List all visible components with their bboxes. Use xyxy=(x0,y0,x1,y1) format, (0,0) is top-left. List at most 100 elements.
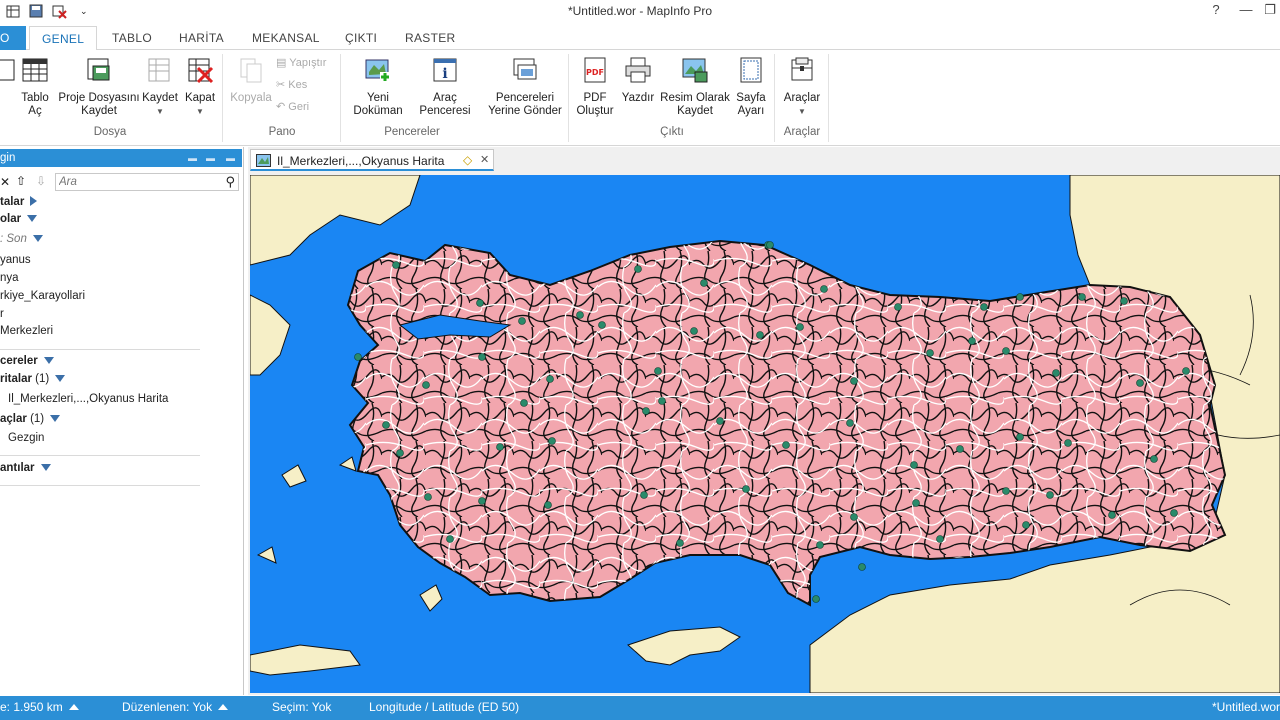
tree-pencereler[interactable]: cereler xyxy=(0,355,54,367)
search-input[interactable] xyxy=(56,174,216,190)
group-label-araclar: Araçlar xyxy=(783,126,821,138)
tab-file[interactable]: O xyxy=(0,26,26,50)
tree-baglantilar[interactable]: antılar xyxy=(0,462,51,474)
page-setup-button[interactable]: Sayfa Ayarı xyxy=(732,54,770,118)
title-bar: ⌄ *Untitled.wor - MapInfo Pro ? — ❐ xyxy=(0,0,1280,24)
table-item[interactable]: r xyxy=(0,308,4,320)
close-panel-icon[interactable]: ▬ xyxy=(226,149,235,167)
group-separator xyxy=(340,54,341,142)
tree-haritalar[interactable]: ritalar (1) xyxy=(0,373,66,385)
tab-tablo[interactable]: TABLO xyxy=(100,26,164,50)
chevron-down-icon: ▼ xyxy=(196,107,204,116)
tab-raster[interactable]: RASTER xyxy=(393,26,467,50)
save-as-image-button[interactable]: Resim Olarak Kaydet xyxy=(658,54,732,118)
map-canvas[interactable] xyxy=(250,175,1280,693)
create-pdf-button[interactable]: PDF PDF Oluştur xyxy=(572,54,618,118)
tree-haritalar-top[interactable]: talar xyxy=(0,196,38,208)
new-document-button[interactable]: Yeni Doküman xyxy=(346,54,410,118)
collapse-arrow-icon[interactable] xyxy=(43,357,54,364)
undo-label: Geri xyxy=(288,101,310,113)
close-table-icon xyxy=(188,58,214,84)
expand-arrow-icon[interactable] xyxy=(30,196,38,206)
page-setup-label: Sayfa Ayarı xyxy=(736,92,766,117)
save-project-label: Proje Dosyasını Kaydet xyxy=(58,92,140,117)
up-arrow-icon[interactable]: ⇧ xyxy=(16,174,26,188)
close-label: Kapat xyxy=(184,92,216,104)
group-label-pano: Pano xyxy=(268,126,296,138)
send-windows-back-button[interactable]: Pencereleri Yerine Gönder xyxy=(484,54,566,118)
close-tab-button[interactable]: ✕ xyxy=(480,153,489,166)
zoom-status[interactable]: e: 1.950 km xyxy=(0,700,79,714)
tools-button[interactable]: Araçlar ▼ xyxy=(778,54,826,118)
undo-icon: ↶ xyxy=(276,101,286,113)
close-icon[interactable]: ✕ xyxy=(0,175,10,189)
paste-button[interactable]: ▤ Yapıştır xyxy=(276,56,326,69)
partial-button[interactable] xyxy=(0,54,15,92)
new-map-window-icon xyxy=(365,59,390,82)
copy-button[interactable]: Kopyala xyxy=(228,54,274,105)
tree-tablolar[interactable]: olar xyxy=(0,213,38,225)
table-item[interactable]: yanus xyxy=(0,254,31,266)
group-label-pencereler: Pencereler xyxy=(384,126,440,138)
print-button[interactable]: Yazdır xyxy=(618,54,658,105)
explorer-search[interactable]: ⚲ xyxy=(55,173,239,191)
editing-status[interactable]: Düzenlenen: Yok xyxy=(122,700,229,714)
divider xyxy=(0,455,200,456)
projection-status[interactable]: Longitude / Latitude (ED 50) xyxy=(369,700,519,714)
zoom-dropdown-icon[interactable] xyxy=(68,704,79,710)
tab-genel[interactable]: GENEL xyxy=(29,26,98,51)
cascade-windows-icon xyxy=(513,58,537,80)
toolbox-icon xyxy=(791,57,813,81)
table-item[interactable]: nya xyxy=(0,272,19,284)
help-button[interactable]: ? xyxy=(1202,0,1230,22)
paste-label: Yapıştır xyxy=(289,57,327,69)
modified-diamond-icon: ◇ xyxy=(463,153,473,167)
table-item[interactable]: rkiye_Karayollari xyxy=(0,290,85,302)
collapse-arrow-icon[interactable] xyxy=(27,215,38,222)
tab-harita[interactable]: HARİTA xyxy=(167,26,236,50)
tool-window-label: Araç Penceresi xyxy=(419,92,471,117)
tool-window-button[interactable]: i Araç Penceresi xyxy=(412,54,478,118)
save-project-button[interactable]: Proje Dosyasını Kaydet xyxy=(56,54,142,118)
mapinfo-window: ⌄ *Untitled.wor - MapInfo Pro ? — ❐ O GE… xyxy=(0,0,1280,720)
print-label: Yazdır xyxy=(621,92,655,104)
collapse-arrow-icon[interactable] xyxy=(55,375,66,382)
tool-window-item[interactable]: Gezgin xyxy=(8,432,44,444)
selection-status[interactable]: Seçim: Yok xyxy=(272,700,331,714)
down-arrow-icon[interactable]: ⇩ xyxy=(36,174,46,188)
save-button[interactable]: Kaydet ▼ xyxy=(140,54,180,118)
tools-label: Araçlar xyxy=(783,92,821,104)
group-label-dosya: Dosya xyxy=(93,126,127,138)
editing-dropdown-icon[interactable] xyxy=(218,704,229,710)
group-separator xyxy=(222,54,223,142)
map-svg[interactable] xyxy=(250,175,1280,693)
collapse-arrow-icon[interactable] xyxy=(40,464,51,471)
info-window-icon: i xyxy=(433,58,457,82)
tab-mekansal[interactable]: MEKANSAL xyxy=(240,26,332,50)
collapse-arrow-icon[interactable] xyxy=(50,415,61,422)
tree-sort[interactable]: : Son xyxy=(0,233,43,245)
tab-cikti[interactable]: ÇIKTI xyxy=(333,26,389,50)
map-window-item[interactable]: Il_Merkezleri,...,Okyanus Harita xyxy=(8,393,168,405)
group-label-cikti: Çıktı xyxy=(660,126,684,138)
open-table-button[interactable]: Tablo Aç xyxy=(16,54,54,118)
tree-araclar[interactable]: açlar (1) xyxy=(0,413,61,425)
sort-dropdown-icon[interactable] xyxy=(32,235,43,242)
window-title: *Untitled.wor - MapInfo Pro xyxy=(567,4,713,18)
restore-button[interactable]: ❐ xyxy=(1256,0,1280,22)
table-item[interactable]: Merkezleri xyxy=(0,325,53,337)
cut-button[interactable]: ✂ Kes xyxy=(276,78,307,91)
explorer-panel: gin ▬ ▬ ▬ ✕ ⇧ ⇩ ⚲ talar olar : Son yanus… xyxy=(0,147,244,695)
map-document-area: Il_Merkezleri,...,Okyanus Harita ◇ ✕ xyxy=(248,147,1280,695)
send-windows-back-label: Pencereleri Yerine Gönder xyxy=(488,92,562,117)
create-pdf-label: PDF Oluştur xyxy=(576,92,614,117)
close-button[interactable]: Kapat ▼ xyxy=(182,54,218,118)
explorer-title: gin xyxy=(0,152,16,164)
group-separator xyxy=(828,54,829,142)
undo-button[interactable]: ↶ Geri xyxy=(276,100,309,113)
search-icon[interactable]: ⚲ xyxy=(225,174,235,190)
panel-menu-icon[interactable]: ▬ xyxy=(188,149,197,167)
save-table-icon xyxy=(148,58,170,82)
pin-icon[interactable]: ▬ xyxy=(206,149,215,167)
map-window-tab[interactable]: Il_Merkezleri,...,Okyanus Harita ◇ ✕ xyxy=(250,149,494,171)
